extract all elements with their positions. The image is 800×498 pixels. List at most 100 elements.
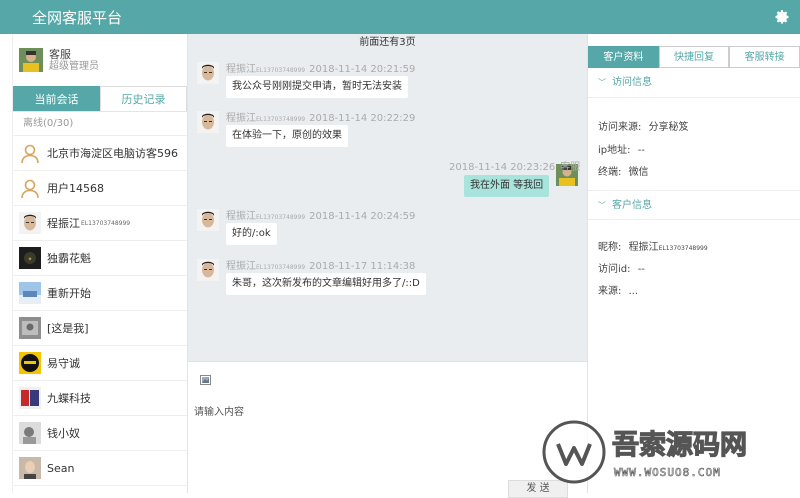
sender-tag: EL13703748999 bbox=[256, 214, 306, 221]
contact-name: 北京市海淀区电脑访客596 bbox=[47, 147, 178, 160]
message-meta: 程振江EL13703748999 2018-11-17 11:14:38 bbox=[226, 257, 415, 272]
tab-quick-reply[interactable]: 快捷回复 bbox=[658, 46, 730, 68]
contact-tag: EL13703748999 bbox=[81, 219, 131, 227]
contact-name: [这是我] bbox=[47, 322, 89, 335]
load-more-link[interactable]: 前面还有3页 bbox=[188, 34, 587, 52]
contact-avatar: ✦ bbox=[19, 247, 41, 269]
contact-avatar bbox=[19, 352, 41, 374]
field-value: -- bbox=[637, 264, 645, 275]
sender-name: 程振江 bbox=[226, 261, 256, 272]
field-value: 程振江 bbox=[628, 242, 659, 253]
image-upload-icon[interactable] bbox=[200, 375, 211, 385]
sender-name: 客服 bbox=[560, 162, 581, 173]
tab-transfer[interactable]: 客服转接 bbox=[729, 46, 800, 68]
contact-name: 用户14568 bbox=[47, 182, 104, 195]
message-avatar bbox=[197, 111, 219, 133]
message-time: 2018-11-14 20:24:59 bbox=[309, 211, 416, 222]
terminal-field: 终端: 微信 bbox=[598, 163, 649, 178]
contact-item[interactable]: ✦ 独霸花魁 bbox=[13, 241, 187, 276]
nickname-tag: EL13703748999 bbox=[658, 245, 708, 252]
field-label: 访问来源: bbox=[598, 122, 642, 133]
contact-item[interactable]: 易守诚 bbox=[13, 346, 187, 381]
nickname-field: 昵称: 程振江EL13703748999 bbox=[598, 238, 708, 253]
panel-tabs: 客户资料 快捷回复 客服转接 bbox=[588, 46, 800, 68]
chat-message: 2018-11-14 20:23:26 客服 我在外面 等我回 bbox=[188, 158, 587, 204]
tab-history[interactable]: 历史记录 bbox=[100, 86, 187, 111]
field-value: 微信 bbox=[628, 167, 649, 178]
contact-name: 重新开始 bbox=[47, 287, 91, 300]
contact-item[interactable]: 用户14568 bbox=[13, 171, 187, 206]
field-label: 来源: bbox=[598, 286, 622, 297]
contact-avatar bbox=[19, 422, 41, 444]
tab-customer-info[interactable]: 客户资料 bbox=[588, 46, 659, 68]
visit-info-header[interactable]: ﹀ 访问信息 bbox=[588, 68, 800, 98]
message-meta: 2018-11-14 20:23:26 客服 bbox=[449, 158, 580, 173]
field-value: 分享秘笈 bbox=[648, 122, 689, 133]
contact-item[interactable]: 钱小奴 bbox=[13, 416, 187, 451]
message-input[interactable]: 请输入内容 bbox=[194, 403, 244, 418]
message-bubble: 好的/:ok bbox=[226, 223, 277, 245]
message-time: 2018-11-14 20:21:59 bbox=[309, 64, 416, 75]
contact-name: 钱小奴 bbox=[47, 427, 80, 440]
contact-item[interactable]: [这是我] bbox=[13, 311, 187, 346]
contact-avatar bbox=[19, 457, 41, 479]
agent-profile: 客服 超级管理员 bbox=[13, 34, 187, 86]
contact-name: 九蝶科技 bbox=[47, 392, 91, 405]
session-tabs: 当前会话 历史记录 bbox=[13, 86, 187, 112]
sender-tag: EL13703748999 bbox=[256, 67, 306, 74]
message-time: 2018-11-14 20:23:26 bbox=[449, 162, 556, 173]
person-icon bbox=[19, 177, 41, 199]
customer-info-header[interactable]: ﹀ 客户信息 bbox=[588, 190, 800, 220]
contact-avatar bbox=[19, 317, 41, 339]
tab-current-sessions[interactable]: 当前会话 bbox=[13, 86, 100, 111]
person-icon bbox=[19, 142, 41, 164]
contact-item[interactable]: 程振江 EL13703748999 bbox=[13, 206, 187, 241]
sender-name: 程振江 bbox=[226, 113, 256, 124]
composer: 请输入内容 发 送 bbox=[188, 361, 587, 498]
message-bubble: 我在外面 等我回 bbox=[464, 175, 550, 197]
message-time: 2018-11-17 11:14:38 bbox=[309, 261, 416, 272]
contact-name: 程振江 bbox=[47, 217, 80, 230]
message-meta: 程振江EL13703748999 2018-11-14 20:21:59 bbox=[226, 60, 415, 75]
contact-avatar bbox=[19, 387, 41, 409]
field-label: 昵称: bbox=[598, 242, 622, 253]
message-bubble: 朱哥，这次新发布的文章编辑好用多了/::D bbox=[226, 273, 426, 295]
contact-avatar bbox=[19, 212, 41, 234]
contact-item[interactable]: 九蝶科技 bbox=[13, 381, 187, 416]
agent-avatar bbox=[19, 48, 43, 72]
contact-name: Sean bbox=[47, 461, 75, 475]
chat-message: 程振江EL13703748999 2018-11-14 20:21:59 我公众号刚… bbox=[188, 60, 587, 106]
watermark-url: WWW.WOSUO8.COM bbox=[614, 466, 721, 479]
message-bubble: 我公众号刚刚提交申请，暂时无法安装 bbox=[226, 76, 408, 98]
message-meta: 程振江EL13703748999 2018-11-14 20:24:59 bbox=[226, 207, 415, 222]
contact-item[interactable]: 重新开始 bbox=[13, 276, 187, 311]
field-value: ... bbox=[628, 286, 639, 297]
site-watermark: 吾索源码网 WWW.WOSUO8.COM bbox=[542, 420, 748, 484]
chat-area: 前面还有3页 程振江EL13703748999 2018-11-14 20:21:… bbox=[188, 34, 587, 361]
message-meta: 程振江EL13703748999 2018-11-14 20:22:29 bbox=[226, 109, 415, 124]
gear-icon[interactable] bbox=[774, 9, 790, 25]
top-bar: 全网客服平台 bbox=[0, 0, 800, 34]
message-avatar bbox=[197, 62, 219, 84]
message-time: 2018-11-14 20:22:29 bbox=[309, 113, 416, 124]
agent-role: 超级管理员 bbox=[49, 60, 99, 72]
svg-text:✦: ✦ bbox=[27, 256, 32, 263]
chat-message: 程振江EL13703748999 2018-11-14 20:24:59 好的/:o… bbox=[188, 207, 587, 253]
sender-tag: EL13703748999 bbox=[256, 116, 306, 123]
chevron-down-icon: ﹀ bbox=[598, 78, 606, 87]
sender-name: 程振江 bbox=[226, 211, 256, 222]
contact-item[interactable]: 北京市海淀区电脑访客596 bbox=[13, 136, 187, 171]
source-field: 来源: ... bbox=[598, 282, 638, 297]
customer-info-title: 客户信息 bbox=[612, 200, 652, 211]
message-bubble: 在体验一下，原创的效果 bbox=[226, 125, 348, 147]
left-sidebar: 客服 超级管理员 当前会话 历史记录 离线(0/30) 北京市海淀区电脑访客59… bbox=[12, 34, 188, 493]
contact-name: 易守诚 bbox=[47, 357, 80, 370]
agent-name: 客服 bbox=[49, 47, 71, 61]
field-label: 终端: bbox=[598, 167, 622, 178]
sender-tag: EL13703748999 bbox=[256, 264, 306, 271]
watermark-text: 吾索源码网 bbox=[612, 430, 747, 461]
ip-field: ip地址: -- bbox=[598, 141, 645, 156]
contact-list: 北京市海淀区电脑访客596 用户14568 程振江 EL13703748999 ✦ 独霸花… bbox=[13, 136, 187, 486]
field-value: -- bbox=[637, 145, 645, 156]
contact-item[interactable]: Sean bbox=[13, 451, 187, 486]
